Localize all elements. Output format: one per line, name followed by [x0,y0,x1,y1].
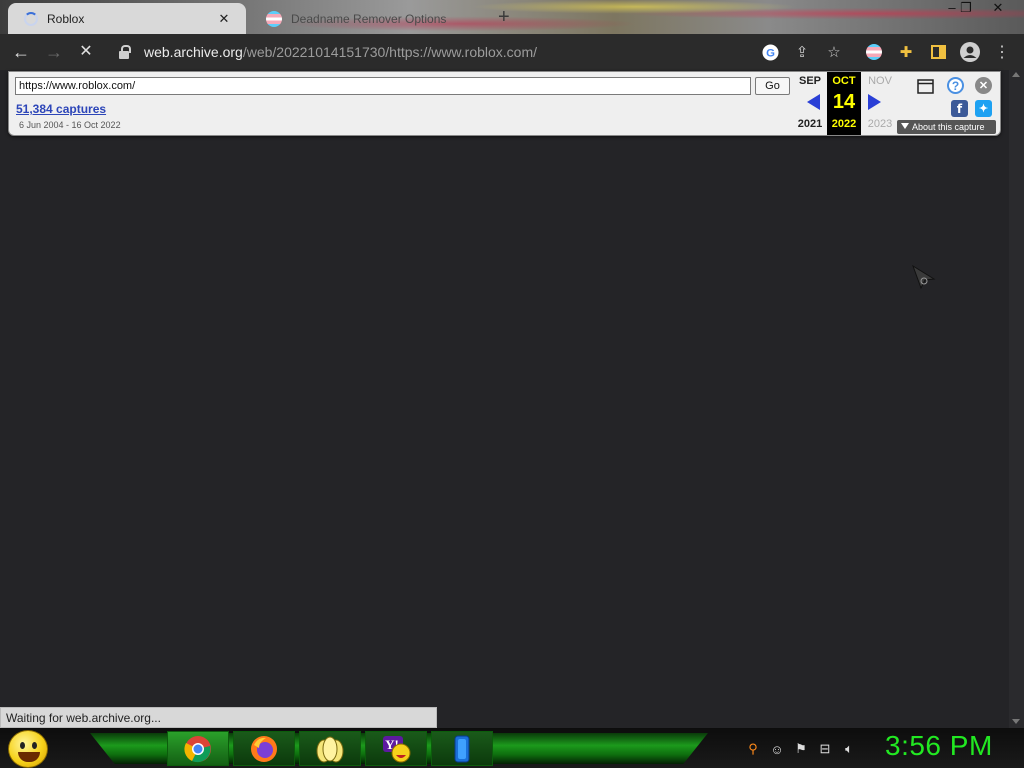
about-capture-button[interactable]: About this capture [897,120,996,134]
firefox-icon [251,735,277,762]
restore-button[interactable]: ❐ [952,0,980,18]
emoji-tray-icon[interactable]: ☺ [769,741,785,757]
deadname-remover-extension-icon[interactable] [864,42,884,62]
help-icon[interactable]: ? [947,77,964,94]
close-window-button[interactable]: ✕ [984,0,1012,18]
network-icon[interactable]: ⊟ [817,741,833,757]
search-icon[interactable]: ⚲ [745,741,761,757]
current-day-label: 14 [832,91,856,113]
lock-icon [118,45,132,59]
start-button-smiley-icon[interactable] [8,730,48,768]
side-panel-icon[interactable] [928,42,948,62]
taskbar-file-explorer-button[interactable] [299,731,361,766]
about-capture-label: About this capture [912,122,985,132]
status-bubble: Waiting for web.archive.org... [0,707,437,728]
prev-year-label[interactable]: 2021 [793,118,827,130]
taskbar-clock[interactable]: 3:56 PM [885,730,993,762]
blue-app-icon [454,735,470,762]
tab-label: Deadname Remover Options [291,11,447,26]
next-capture-arrow-icon[interactable] [868,94,881,110]
svg-text:G: G [766,47,775,59]
wayback-url-input[interactable] [15,77,751,95]
twitter-icon[interactable]: ✦ [975,100,992,117]
yahoo-messenger-icon: Y! [383,735,411,762]
wayback-toolbar: Go 51,384 captures 6 Jun 2004 - 16 Oct 2… [8,71,1001,136]
facebook-icon[interactable]: f [951,100,968,117]
taskbar-yahoo-messenger-button[interactable]: Y! [365,731,427,766]
url-path: /web/20221014151730/https://www.roblox.c… [242,44,538,60]
taskbar [0,728,1024,768]
stop-loading-button[interactable]: ✕ [75,41,97,63]
tab-deadname-remover-options[interactable]: Deadname Remover Options [250,3,486,34]
captures-link[interactable]: 51,384 captures [16,102,106,116]
bookmark-star-icon[interactable]: ☆ [824,42,844,62]
screenshot-icon[interactable] [917,78,934,95]
google-icon[interactable]: G [760,42,780,62]
prev-capture-arrow-icon[interactable] [807,94,820,110]
dropdown-triangle-icon [901,123,909,129]
mouse-pointer-icon [912,265,936,290]
extension-favicon-icon [266,10,282,27]
close-toolbar-icon[interactable]: ✕ [975,77,992,94]
wayback-go-button[interactable]: Go [755,77,790,95]
forward-button[interactable]: → [43,41,65,63]
tab-roblox[interactable]: Roblox ✕ [8,3,246,34]
menu-kebab-icon[interactable]: ⋮ [992,42,1012,62]
url-host: web.archive.org [144,44,243,60]
tab-close-icon[interactable]: ✕ [216,11,232,27]
taskbar-blue-app-button[interactable] [431,731,493,766]
scroll-up-arrow-icon[interactable] [1012,72,1020,77]
extensions-puzzle-icon[interactable]: ✚ [896,42,916,62]
page-scrollbar[interactable] [1009,70,1024,728]
back-button[interactable]: ← [10,41,32,63]
loading-spinner-icon [24,11,38,26]
title-bar: Roblox ✕ Deadname Remover Options + – ❐ … [0,0,1024,34]
capture-date-range: 6 Jun 2004 - 16 Oct 2022 [19,120,121,130]
tab-label: Roblox [47,11,85,26]
profile-avatar-icon[interactable] [960,42,980,62]
share-icon[interactable]: ⇪ [792,42,812,62]
taskbar-chrome-button[interactable] [167,731,229,766]
file-explorer-icon [316,736,344,762]
volume-icon[interactable]: 🔈︎ [841,741,857,757]
address-bar[interactable]: web.archive.org/web/20221014151730/https… [108,38,748,66]
current-month-label: OCT [832,75,856,87]
current-year-label: 2022 [831,118,857,130]
address-url[interactable]: web.archive.org/web/20221014151730/https… [144,44,537,60]
taskbar-firefox-button[interactable] [233,731,295,766]
next-month-label[interactable]: NOV [863,75,897,87]
prev-month-label[interactable]: SEP [793,75,827,87]
new-tab-button[interactable]: + [498,6,510,29]
scroll-down-arrow-icon[interactable] [1012,719,1020,724]
chrome-icon [184,735,211,762]
action-center-flag-icon[interactable]: ⚑ [793,741,809,757]
browser-toolbar: ← → ✕ web.archive.org/web/20221014151730… [0,34,1024,70]
next-year-label[interactable]: 2023 [863,118,897,130]
